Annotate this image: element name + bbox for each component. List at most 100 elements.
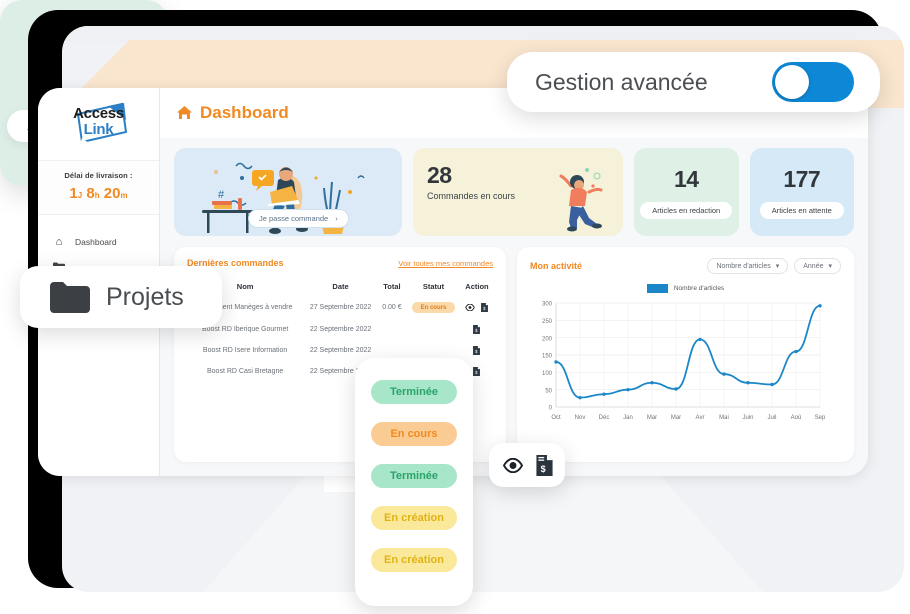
place-order-button[interactable]: Je passe commande › (248, 209, 349, 228)
legend-label: Nombre d'articles (673, 285, 725, 292)
delivery-delay-timer: 1J 8h 20m (44, 185, 153, 202)
cell-action: $ (461, 340, 493, 361)
gestion-avancee-toggle[interactable] (772, 62, 854, 102)
logo-word-access: Access (73, 105, 124, 122)
kpi-card-articles-redaction: 14 Articles en redaction (634, 148, 739, 236)
cell-statut (406, 319, 461, 340)
svg-text:Sep: Sep (815, 415, 826, 421)
svg-text:300: 300 (542, 302, 553, 308)
kpi-redaction-label: Articles en redaction (640, 201, 733, 219)
timer-hours: 8 (86, 185, 95, 202)
metric-select-value: Nombre d'articles (716, 262, 771, 270)
status-badge: En cours (371, 422, 457, 446)
timer-days: 1 (69, 185, 78, 202)
floating-actions-card: $ (489, 443, 565, 487)
svg-text:150: 150 (542, 354, 553, 360)
orders-header-row: Nom Date Total Statut Action (187, 277, 493, 296)
svg-text:Déc: Déc (599, 415, 610, 421)
kpi-card-illustration: # Je passe commande › (174, 148, 402, 236)
status-badge: En cours (411, 302, 456, 313)
period-select-value: Année (803, 262, 824, 270)
period-select[interactable]: Année ▾ (794, 258, 841, 274)
line-chart: 0 50 100 150 200 250 300 Oct Nov Déc Jan Mar Mar Avr M… (542, 302, 826, 421)
svg-text:250: 250 (542, 319, 553, 325)
logo-word-link: Link (83, 121, 114, 138)
delivery-delay-box: Délai de livraison : 1J 8h 20m (38, 160, 159, 215)
floating-projets-label: Projets (106, 282, 184, 311)
sidebar-item-dashboard-label: Dashboard (75, 237, 117, 247)
chart-canvas: 0 50 100 150 200 250 300 Oct Nov Déc Jan Mar Mar Avr M… (530, 297, 841, 425)
cell-date: 22 Septembre 2022 (309, 326, 372, 333)
svg-text:200: 200 (542, 336, 553, 342)
chart-legend: Nombre d'articles (530, 284, 841, 293)
kpi-redaction-value: 14 (673, 165, 699, 192)
cell-date: 27 Septembre 2022 (309, 304, 372, 311)
invoice-icon[interactable]: $ (473, 346, 481, 355)
table-row[interactable]: Boost RD Iberique Gourmet 22 Septembre 2… (187, 319, 493, 340)
svg-text:Juin: Juin (742, 415, 753, 421)
toggle-label: Gestion avancée (535, 68, 708, 95)
status-badge: En création (371, 548, 457, 572)
status-badge: Terminée (371, 464, 457, 488)
status-badge: En création (371, 506, 457, 530)
timer-minutes-unit: m (120, 191, 128, 200)
svg-text:Avr: Avr (696, 415, 705, 421)
home-icon: ⌂ (55, 236, 63, 248)
svg-text:#: # (218, 189, 225, 201)
legend-swatch (646, 284, 668, 293)
metric-select[interactable]: Nombre d'articles ▾ (707, 258, 789, 274)
floating-toggle-card: Gestion avancée (507, 52, 880, 112)
svg-text:Juil: Juil (767, 415, 776, 421)
cell-nom: Boost RD Casi Bretagne (207, 368, 284, 375)
activity-chart-title: Mon activité (530, 261, 583, 271)
floating-status-card: Terminée En cours Terminée En création E… (355, 358, 473, 606)
eye-icon[interactable] (502, 457, 524, 473)
floating-projets-card[interactable]: Projets (20, 266, 222, 328)
invoice-icon[interactable]: $ (481, 303, 489, 312)
page-title: Dashboard (176, 103, 289, 123)
svg-text:Mar: Mar (671, 415, 681, 421)
svg-text:Aoû: Aoû (791, 415, 802, 421)
person-celebrating-illustration (559, 168, 603, 232)
page-title-text: Dashboard (200, 103, 289, 122)
timer-minutes: 20 (103, 185, 121, 202)
folder-icon (50, 282, 90, 313)
invoice-icon[interactable]: $ (473, 367, 481, 376)
column-header-date: Date (332, 282, 349, 291)
recent-orders-header: Dernières commandes Voir toutes mes comm… (187, 258, 493, 268)
screen-top-strip (62, 26, 904, 42)
place-order-button-label: Je passe commande (259, 214, 329, 223)
orders-table-head: Nom Date Total Statut Action (187, 277, 493, 296)
table-row[interactable]: Lancement Manèges à vendre 27 Septembre … (187, 296, 493, 319)
svg-text:100: 100 (542, 371, 553, 377)
toggle-knob (775, 65, 809, 99)
cell-total: 0.00 € (382, 304, 402, 311)
status-badge: Terminée (371, 380, 457, 404)
cell-statut: En cours (406, 296, 461, 319)
kpi-attente-label: Articles en attente (759, 201, 844, 219)
main-content: Dashboard # Je passe commande › 28 Comma… (160, 88, 868, 476)
eye-icon[interactable] (465, 304, 476, 311)
svg-text:Oct: Oct (551, 415, 561, 421)
logo-wordmark: Access Link (64, 106, 134, 138)
sidebar-item-dashboard[interactable]: ⌂ Dashboard (38, 229, 159, 255)
svg-text:$: $ (540, 464, 545, 474)
see-all-orders-link[interactable]: Voir toutes mes commandes (398, 259, 493, 268)
panels-row: Dernières commandes Voir toutes mes comm… (160, 236, 868, 476)
chart-controls: Nombre d'articles ▾ Année ▾ (707, 258, 841, 274)
cell-action: $ (461, 296, 493, 319)
cell-date: 22 Septembre 2022 (309, 347, 372, 354)
svg-text:Mai: Mai (719, 415, 729, 421)
invoice-icon[interactable]: $ (535, 454, 553, 476)
screenshot-root: Access Link Délai de livraison : 1J 8h 2… (0, 0, 910, 614)
chevron-right-icon: › (335, 214, 338, 223)
svg-text:50: 50 (545, 388, 552, 394)
svg-text:Mar: Mar (647, 415, 657, 421)
app-logo[interactable]: Access Link (38, 88, 159, 160)
invoice-icon[interactable]: $ (473, 325, 481, 334)
svg-text:Jan: Jan (623, 415, 633, 421)
kpi-card-articles-attente: 177 Articles en attente (749, 148, 854, 236)
column-header-total: Total (383, 282, 401, 291)
kpi-card-orders: 28 Commandes en cours (413, 148, 623, 236)
kpi-attente-value: 177 (783, 165, 821, 192)
